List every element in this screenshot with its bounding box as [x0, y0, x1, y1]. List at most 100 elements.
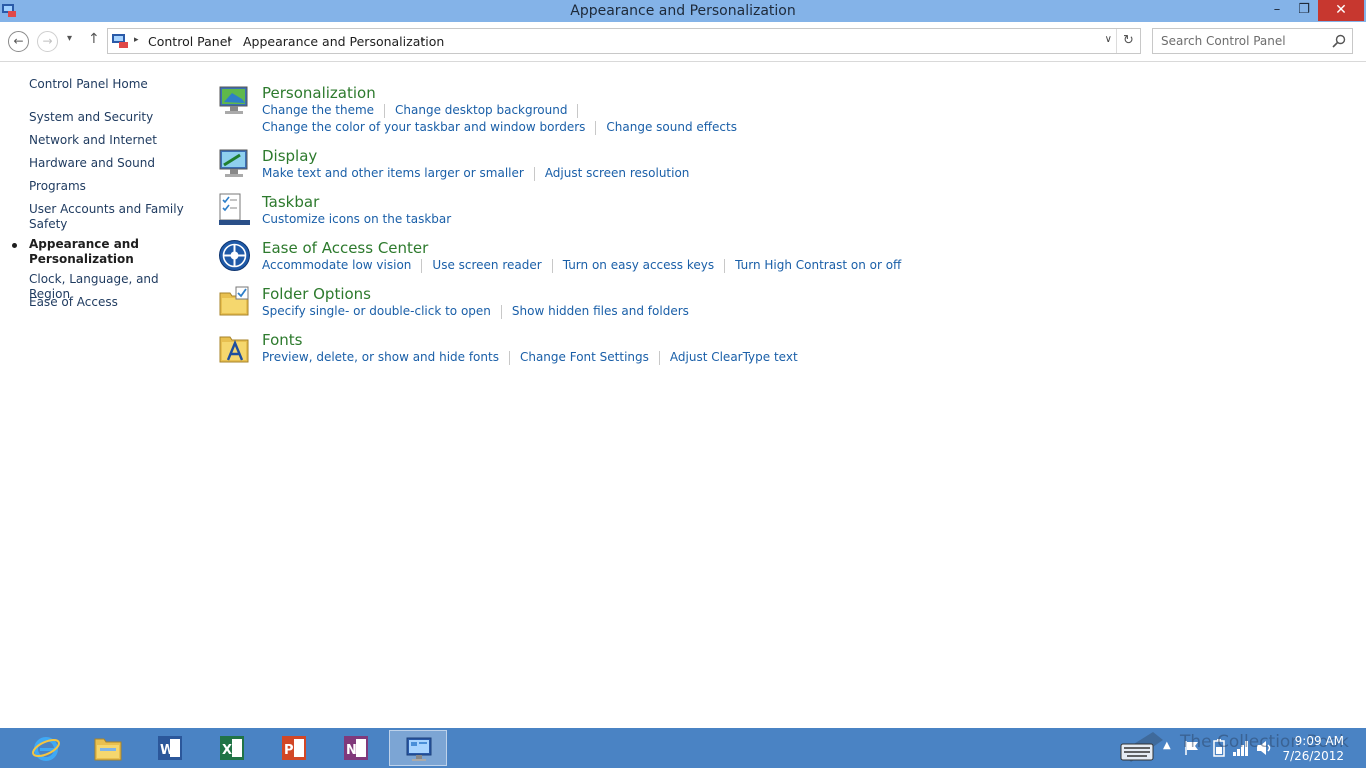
refresh-button[interactable]: ↻ — [1116, 29, 1140, 53]
word-icon: W — [158, 736, 182, 760]
svg-text:P: P — [284, 743, 294, 758]
sidebar-item-user-accounts[interactable]: User Accounts and Family Safety — [29, 202, 194, 232]
link-high-contrast[interactable]: Turn High Contrast on or off — [735, 258, 901, 272]
taskbar-onenote[interactable]: N — [327, 730, 385, 766]
personalization-icon[interactable] — [218, 84, 251, 117]
search-icon[interactable] — [1332, 34, 1346, 48]
link-accommodate-low-vision[interactable]: Accommodate low vision — [262, 258, 411, 272]
link-adjust-screen-resolution[interactable]: Adjust screen resolution — [545, 166, 690, 180]
file-explorer-icon — [94, 738, 122, 761]
sidebar-item-programs[interactable]: Programs — [29, 179, 194, 194]
link-single-double-click[interactable]: Specify single- or double-click to open — [262, 304, 491, 318]
link-change-desktop-background[interactable]: Change desktop background — [395, 103, 567, 117]
link-change-font-settings[interactable]: Change Font Settings — [520, 350, 649, 364]
ease-of-access-title[interactable]: Ease of Access Center — [262, 239, 428, 257]
fonts-icon[interactable] — [218, 331, 251, 364]
link-change-sound-effects[interactable]: Change sound effects — [606, 120, 737, 134]
system-clock[interactable]: 9:09 AM 7/26/2012 — [1282, 734, 1344, 764]
search-box[interactable]: Search Control Panel — [1152, 28, 1353, 54]
control-panel-icon — [406, 737, 432, 761]
link-change-theme[interactable]: Change the theme — [262, 103, 374, 117]
show-hidden-icons-button[interactable]: ▲ — [1163, 740, 1171, 780]
minimize-button[interactable]: – — [1264, 0, 1290, 21]
fonts-links: Preview, delete, or show and hide fonts C… — [262, 350, 798, 365]
clock-date: 7/26/2012 — [1282, 749, 1344, 763]
excel-icon: X — [220, 736, 244, 760]
onenote-icon: N — [344, 736, 368, 760]
search-placeholder: Search Control Panel — [1161, 34, 1286, 48]
sidebar-item-appearance: Appearance and Personalization — [29, 237, 139, 266]
powerpoint-icon: P — [282, 736, 306, 760]
folder-options-icon[interactable] — [218, 285, 251, 318]
taskbar-control-panel[interactable] — [389, 730, 447, 766]
link-adjust-cleartype[interactable]: Adjust ClearType text — [670, 350, 798, 364]
taskbar-links: Customize icons on the taskbar — [262, 212, 451, 226]
sidebar-item-ease-of-access[interactable]: Ease of Access — [29, 295, 194, 310]
svg-text:W: W — [160, 743, 174, 758]
control-panel-location-icon — [112, 34, 128, 48]
personalization-title[interactable]: Personalization — [262, 84, 376, 102]
link-use-screen-reader[interactable]: Use screen reader — [432, 258, 541, 272]
up-button[interactable]: ↑ — [88, 31, 100, 47]
taskbar-word[interactable]: W — [141, 730, 199, 766]
folder-options-links: Specify single- or double-click to open S… — [262, 304, 689, 319]
touch-keyboard-icon[interactable] — [1115, 722, 1165, 768]
link-divider — [421, 258, 423, 273]
maximize-button[interactable]: ❐ — [1290, 0, 1318, 21]
taskbar-icon[interactable] — [218, 193, 251, 226]
breadcrumb-control-panel[interactable]: Control Panel — [148, 34, 231, 49]
link-change-taskbar-color[interactable]: Change the color of your taskbar and win… — [262, 120, 585, 134]
ease-of-access-icon[interactable] — [218, 239, 251, 272]
forward-button[interactable]: → — [37, 31, 58, 52]
display-title[interactable]: Display — [262, 147, 317, 165]
recent-locations-button[interactable]: ▾ — [67, 33, 72, 44]
taskbar-title[interactable]: Taskbar — [262, 193, 319, 211]
taskbar-excel[interactable]: X — [203, 730, 261, 766]
address-dropdown-button[interactable]: ∨ — [1105, 34, 1112, 45]
link-divider — [595, 120, 597, 135]
personalization-links-row-1: Change the theme Change desktop backgroun… — [262, 103, 588, 118]
ease-of-access-links: Accommodate low vision Use screen reader T… — [262, 258, 901, 273]
taskbar-internet-explorer[interactable] — [17, 730, 75, 766]
link-divider — [533, 166, 535, 181]
folder-options-title[interactable]: Folder Options — [262, 285, 371, 303]
link-easy-access-keys[interactable]: Turn on easy access keys — [563, 258, 714, 272]
address-bar[interactable]: ▸ Control Panel ▸ Appearance and Persona… — [107, 28, 1141, 54]
close-button[interactable]: ✕ — [1318, 0, 1364, 21]
link-divider — [551, 258, 553, 273]
fonts-title[interactable]: Fonts — [262, 331, 302, 349]
breadcrumb-separator[interactable]: ▸ — [421, 35, 426, 45]
link-divider — [577, 103, 579, 118]
link-show-hidden-files[interactable]: Show hidden files and folders — [512, 304, 689, 318]
display-icon[interactable] — [218, 147, 251, 180]
sidebar-item-network-and-internet[interactable]: Network and Internet — [29, 133, 194, 148]
internet-explorer-icon — [32, 737, 60, 761]
link-make-text-larger[interactable]: Make text and other items larger or smal… — [262, 166, 524, 180]
link-divider — [724, 258, 726, 273]
back-button[interactable]: ← — [8, 31, 29, 52]
sidebar-item-hardware-and-sound[interactable]: Hardware and Sound — [29, 156, 194, 171]
current-item-bullet — [12, 243, 17, 248]
svg-text:N: N — [346, 743, 357, 758]
breadcrumb-appearance[interactable]: Appearance and Personalization — [243, 34, 444, 49]
svg-text:X: X — [222, 743, 232, 758]
taskbar: W X P N ▲ The Collection Book 9:09 AM 7/… — [0, 728, 1366, 768]
title-bar: Appearance and Personalization – ❐ ✕ — [0, 0, 1366, 22]
link-divider — [500, 304, 502, 319]
link-divider — [384, 103, 386, 118]
sidebar-item-system-and-security[interactable]: System and Security — [29, 110, 194, 125]
clock-time: 9:09 AM — [1294, 734, 1344, 748]
link-divider — [658, 350, 660, 365]
navigation-bar: ← → ▾ ↑ ▸ Control Panel ▸ Appearance and… — [0, 22, 1366, 62]
link-divider — [508, 350, 510, 365]
link-preview-fonts[interactable]: Preview, delete, or show and hide fonts — [262, 350, 499, 364]
personalization-links-row-2: Change the color of your taskbar and win… — [262, 120, 737, 135]
taskbar-file-explorer[interactable] — [79, 730, 137, 766]
display-links: Make text and other items larger or smal… — [262, 166, 689, 181]
link-customize-taskbar-icons[interactable]: Customize icons on the taskbar — [262, 212, 451, 226]
window-title: Appearance and Personalization — [570, 3, 796, 19]
breadcrumb-separator[interactable]: ▸ — [134, 35, 139, 45]
taskbar-powerpoint[interactable]: P — [265, 730, 323, 766]
breadcrumb-separator[interactable]: ▸ — [228, 35, 233, 45]
sidebar-control-panel-home[interactable]: Control Panel Home — [29, 77, 194, 92]
